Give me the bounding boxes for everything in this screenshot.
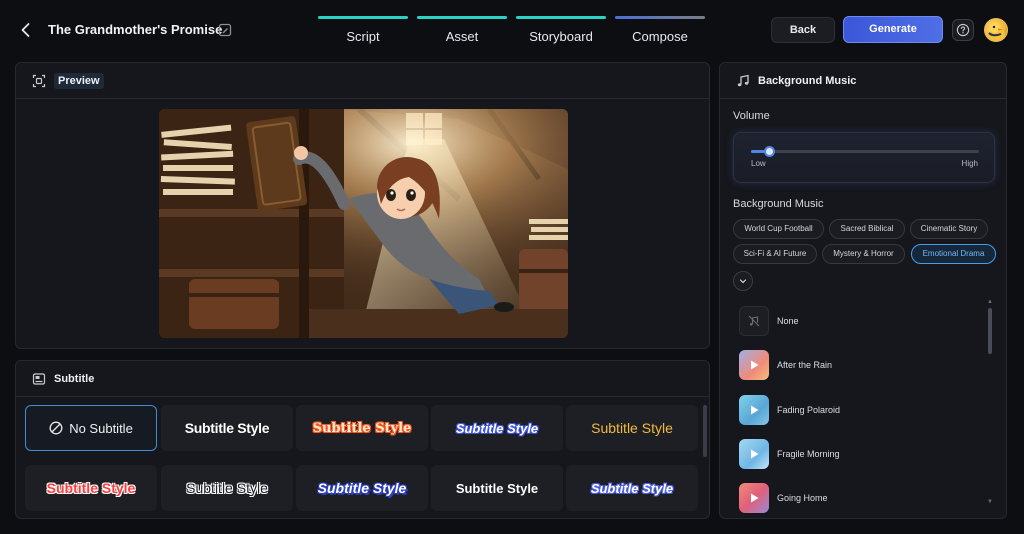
track-name-after-the-rain: After the Rain <box>777 359 833 370</box>
subtitle-title: Subtitle <box>54 372 95 385</box>
music-header: Background Music <box>720 63 1006 99</box>
volume-slider-thumb[interactable] <box>764 146 775 157</box>
subtitle-style-6-label: Subtitle Style <box>186 480 268 496</box>
track-name-none: None <box>777 315 799 326</box>
step-script[interactable]: Script <box>318 16 408 44</box>
subtitle-style-7-label: Subtitle Style <box>317 480 407 496</box>
play-icon <box>751 405 759 414</box>
volume-label: Volume <box>733 110 770 122</box>
track-name-going-home: Going Home <box>777 492 828 503</box>
subtitle-style-grid: No Subtitle Subtitle Style Subtitle Styl… <box>25 405 701 515</box>
volume-slider-track[interactable] <box>751 146 979 157</box>
preview-image <box>159 109 568 338</box>
track-item-fading-polaroid[interactable]: Fading Polaroid <box>739 393 989 426</box>
category-chip-cinematic-story[interactable]: Cinematic Story <box>910 219 988 239</box>
track-item-none[interactable]: None <box>739 304 989 337</box>
track-item-fragile-morning[interactable]: Fragile Morning <box>739 437 989 470</box>
subtitle-style-6[interactable]: Subtitle Style <box>161 465 293 511</box>
track-name-fading-polaroid: Fading Polaroid <box>777 404 841 415</box>
back-arrow-icon[interactable] <box>16 20 36 40</box>
attic-scene-illustration <box>159 109 568 338</box>
workflow-steps: Script Asset Storyboard Compose <box>318 16 714 44</box>
background-music-panel: Background Music Volume Low High Backgro… <box>719 62 1007 519</box>
category-chip-sacred-biblical[interactable]: Sacred Biblical <box>829 219 905 239</box>
subtitle-style-1[interactable]: Subtitle Style <box>161 405 293 451</box>
music-section-label: Background Music <box>733 198 824 210</box>
expand-categories-button[interactable] <box>733 271 753 291</box>
step-asset-bar <box>417 16 507 19</box>
volume-low-label: Low <box>751 159 766 168</box>
question-icon <box>956 23 970 37</box>
step-compose-label: Compose <box>632 29 688 44</box>
generate-button[interactable]: Generate <box>843 16 943 43</box>
track-list-scroll-up[interactable]: ▲ <box>987 299 993 305</box>
track-item-after-the-rain[interactable]: After the Rain <box>739 348 989 381</box>
subtitle-style-4-label: Subtitle Style <box>591 420 673 436</box>
subtitle-panel: Subtitle No Subtitle Subtitle Style Subt… <box>15 360 710 519</box>
track-thumb-none <box>739 305 769 336</box>
subtitle-style-9-label: Subtitle Style <box>590 480 674 496</box>
subtitle-style-3[interactable]: Subtitle Style <box>431 405 563 451</box>
help-button[interactable] <box>952 19 974 41</box>
play-icon <box>751 493 759 502</box>
subtitle-style-8[interactable]: Subtitle Style <box>431 465 563 511</box>
subtitle-style-2[interactable]: Subtitle Style <box>296 405 428 451</box>
music-off-icon <box>748 315 760 326</box>
category-chip-mystery-horror[interactable]: Mystery & Horror <box>822 244 905 264</box>
subtitle-style-4[interactable]: Subtitle Style <box>566 405 698 451</box>
preview-icon <box>32 74 46 87</box>
subtitle-style-5[interactable]: Subtitle Style <box>25 465 157 511</box>
subtitle-scrollbar[interactable] <box>703 405 707 457</box>
track-thumb-fragile-morning <box>739 438 769 469</box>
track-list-scroll-down[interactable]: ▼ <box>987 499 993 505</box>
subtitle-style-1-label: Subtitle Style <box>184 420 270 436</box>
play-icon <box>751 449 759 458</box>
preview-title: Preview <box>54 72 104 89</box>
subtitle-style-7[interactable]: Subtitle Style <box>296 465 428 511</box>
subtitle-style-2-label: Subtitle Style <box>312 420 412 436</box>
subtitle-style-none-label: No Subtitle <box>69 420 133 436</box>
step-storyboard-label: Storyboard <box>529 29 593 44</box>
avatar-duck-icon <box>988 23 1005 41</box>
subtitle-style-5-label: Subtitle Style <box>46 480 136 496</box>
step-script-label: Script <box>346 29 380 44</box>
subtitle-style-3-label: Subtitle Style <box>455 420 539 436</box>
project-title: The Grandmother's Promise <box>48 22 223 37</box>
music-note-icon <box>737 74 749 86</box>
volume-control: Low High <box>733 132 995 183</box>
track-thumb-fading-polaroid <box>739 394 769 425</box>
volume-high-label: High <box>961 159 978 168</box>
subtitle-style-8-label: Subtitle Style <box>455 480 539 496</box>
track-item-going-home[interactable]: Going Home <box>739 481 989 514</box>
track-thumb-after-the-rain <box>739 349 769 380</box>
preview-header: Preview <box>16 63 709 99</box>
subtitle-header: Subtitle <box>16 361 709 397</box>
step-asset-label: Asset <box>445 29 479 44</box>
chevron-down-icon <box>739 279 747 284</box>
category-chip-sci-fi-ai-future[interactable]: Sci-Fi & AI Future <box>733 244 817 264</box>
no-entry-icon <box>49 421 63 435</box>
step-compose-bar <box>615 16 705 19</box>
user-avatar[interactable] <box>984 18 1008 42</box>
preview-panel: Preview <box>15 62 710 349</box>
top-bar: The Grandmother's Promise Script Asset S… <box>0 0 1024 60</box>
step-storyboard-bar <box>516 16 606 19</box>
subtitle-style-9[interactable]: Subtitle Style <box>566 465 698 511</box>
music-title: Background Music <box>758 74 857 87</box>
track-list-scrollbar[interactable] <box>988 308 992 354</box>
track-thumb-going-home <box>739 482 769 513</box>
step-asset[interactable]: Asset <box>417 16 507 44</box>
step-compose[interactable]: Compose <box>615 16 705 44</box>
subtitle-icon <box>32 372 46 385</box>
step-script-bar <box>318 16 408 19</box>
track-name-fragile-morning: Fragile Morning <box>777 448 840 459</box>
back-button[interactable]: Back <box>771 17 835 43</box>
category-chip-world-cup-football[interactable]: World Cup Football <box>733 219 824 239</box>
play-icon <box>751 360 759 369</box>
category-chip-emotional-drama[interactable]: Emotional Drama <box>911 244 996 264</box>
step-storyboard[interactable]: Storyboard <box>516 16 606 44</box>
edit-icon[interactable] <box>218 23 232 37</box>
subtitle-style-none[interactable]: No Subtitle <box>25 405 157 451</box>
